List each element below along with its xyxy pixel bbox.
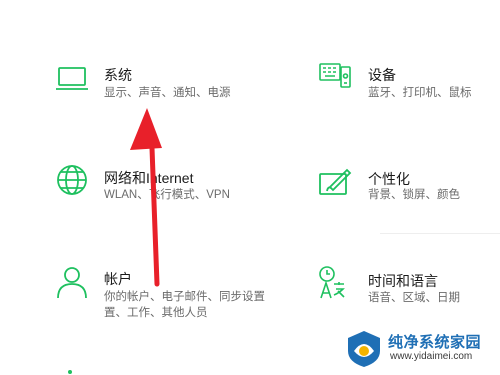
- globe-icon: [55, 163, 89, 197]
- tile-subtitle-line2: 置、工作、其他人员: [104, 307, 208, 319]
- keyboard-device-icon: [318, 60, 352, 94]
- tile-title: 网络和Internet: [104, 170, 194, 186]
- paint-brush-icon: [318, 166, 352, 200]
- person-icon: [55, 265, 89, 299]
- time-language-icon: [318, 265, 352, 299]
- tile-title: 系统: [104, 67, 132, 83]
- settings-tile-accounts[interactable]: 帐户 你的帐户、电子邮件、同步设置 置、工作、其他人员: [55, 265, 275, 325]
- tile-subtitle: 语音、区域、日期: [368, 292, 460, 304]
- tile-subtitle: WLAN、飞行模式、VPN: [104, 189, 230, 201]
- tile-subtitle: 蓝牙、打印机、鼠标: [368, 87, 472, 99]
- partial-icon-edge: [68, 370, 72, 374]
- tile-title: 设备: [368, 67, 396, 83]
- tile-title: 帐户: [104, 271, 132, 287]
- watermark-title: 纯净系统家园: [388, 334, 482, 351]
- tile-title: 时间和语言: [368, 273, 438, 289]
- tile-subtitle: 背景、锁屏、颜色: [368, 189, 460, 201]
- watermark-logo-icon: [344, 329, 384, 369]
- settings-tile-personalization[interactable]: 个性化 背景、锁屏、颜色: [318, 166, 498, 210]
- tile-subtitle: 显示、声音、通知、电源: [104, 87, 231, 99]
- settings-tile-devices[interactable]: 设备 蓝牙、打印机、鼠标: [318, 60, 498, 104]
- divider: [380, 233, 500, 234]
- laptop-icon: [55, 62, 89, 96]
- tile-title: 个性化: [368, 171, 410, 187]
- settings-tile-system[interactable]: 系统 显示、声音、通知、电源: [55, 62, 235, 106]
- tile-subtitle: 你的帐户、电子邮件、同步设置: [104, 291, 265, 303]
- settings-tile-network[interactable]: 网络和Internet WLAN、飞行模式、VPN: [55, 163, 255, 207]
- watermark-url: www.yidaimei.com: [390, 351, 473, 362]
- settings-tile-time-language[interactable]: 时间和语言 语音、区域、日期: [318, 265, 498, 309]
- watermark: 纯净系统家园 www.yidaimei.com: [344, 327, 494, 371]
